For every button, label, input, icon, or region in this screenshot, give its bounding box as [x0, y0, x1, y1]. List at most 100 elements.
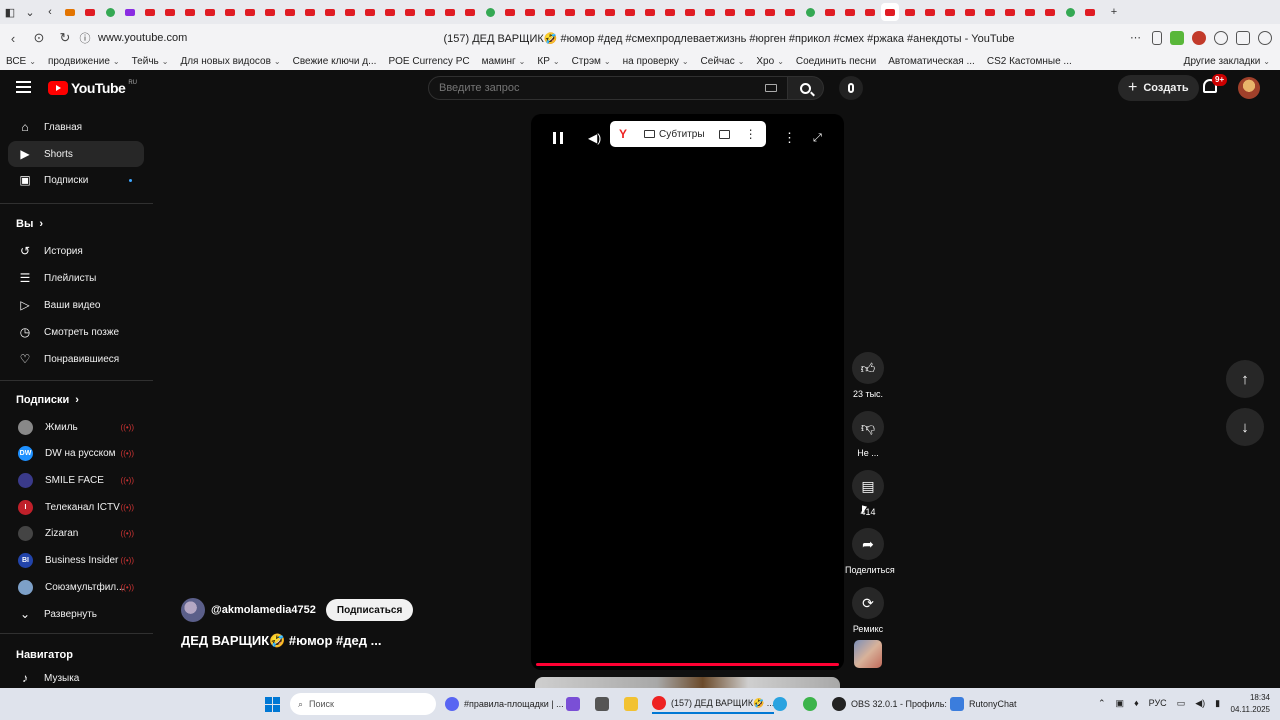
tab[interactable]	[961, 3, 979, 21]
tab[interactable]	[1081, 3, 1099, 21]
account-avatar[interactable]	[1238, 77, 1260, 99]
sidebar-item[interactable]: Zizaran ((•))	[8, 521, 144, 547]
info-icon[interactable]: ⓘ	[78, 30, 92, 46]
taskbar-app-telegram[interactable]	[773, 694, 787, 714]
bookmark-item[interactable]: Свежие ключи д...	[287, 56, 383, 67]
menu-icon[interactable]	[16, 81, 31, 93]
tab[interactable]	[981, 3, 999, 21]
bookmark-item[interactable]: на проверку ⌄	[617, 56, 695, 67]
sidebar-item[interactable]: ◷ Смотреть позже	[8, 319, 144, 345]
tray-battery-icon[interactable]: ▮	[1215, 698, 1220, 709]
taskbar-app-pen[interactable]	[566, 694, 580, 714]
start-icon[interactable]	[265, 697, 280, 712]
sidebar-item[interactable]: ▶ Shorts	[8, 141, 144, 167]
next-short-preview[interactable]	[535, 677, 840, 688]
tab[interactable]	[621, 3, 639, 21]
sidebar-section-title[interactable]: Навигатор	[16, 649, 73, 661]
sidebar-item[interactable]: BI Business Insider ((•))	[8, 548, 144, 574]
tray-network-icon[interactable]: ▣	[1116, 698, 1125, 709]
tabs-menu-icon[interactable]: ⌄	[20, 3, 40, 21]
taskbar-app-green[interactable]	[803, 694, 817, 714]
tab[interactable]	[1041, 3, 1059, 21]
tab[interactable]	[81, 3, 99, 21]
tab[interactable]	[161, 3, 179, 21]
volume-icon[interactable]: ◀)	[588, 131, 601, 145]
tab[interactable]	[721, 3, 739, 21]
sidebar-item[interactable]: ▣ Подписки	[8, 167, 144, 193]
tab[interactable]	[821, 3, 839, 21]
extension-icon[interactable]	[1192, 31, 1206, 45]
channel-name[interactable]: @akmolamedia4752	[211, 604, 316, 616]
tab[interactable]	[101, 3, 119, 21]
tab[interactable]	[681, 3, 699, 21]
bookmark-icon[interactable]	[1152, 31, 1162, 45]
tab[interactable]	[841, 3, 859, 21]
tab[interactable]	[781, 3, 799, 21]
media-icon[interactable]	[1214, 31, 1228, 45]
tab[interactable]	[501, 3, 519, 21]
language-indicator[interactable]: РУС	[1149, 698, 1167, 709]
bookmark-item[interactable]: Стрэм ⌄	[566, 56, 617, 67]
bookmark-item[interactable]: Хро ⌄	[750, 56, 790, 67]
fullscreen-icon[interactable]: ⤢	[813, 132, 822, 145]
tab[interactable]	[401, 3, 419, 21]
back-icon[interactable]: ‹	[0, 31, 26, 46]
tab-back-icon[interactable]: ‹	[40, 3, 60, 21]
tab[interactable]	[441, 3, 459, 21]
bookmark-item[interactable]: продвижение ⌄	[42, 56, 126, 67]
bookmark-item[interactable]: Тейчь ⌄	[126, 56, 175, 67]
channel-avatar[interactable]	[181, 598, 205, 622]
tab[interactable]	[241, 3, 259, 21]
clock[interactable]: 18:34 04.11.2025	[1231, 692, 1270, 716]
progress-bar[interactable]	[536, 663, 839, 666]
tab[interactable]	[361, 3, 379, 21]
pause-icon[interactable]	[553, 132, 563, 144]
tab[interactable]	[1061, 3, 1079, 21]
url-field[interactable]: www.youtube.com	[98, 32, 328, 44]
tab[interactable]	[581, 3, 599, 21]
sidebar-item[interactable]: ♡ Понравившиеся	[8, 346, 144, 372]
tab[interactable]	[701, 3, 719, 21]
taskbar-app-game[interactable]	[595, 694, 609, 714]
tab[interactable]	[341, 3, 359, 21]
dislike-button[interactable]: 👎︎	[852, 411, 884, 443]
subtitles-button[interactable]: Субтитры	[659, 129, 705, 140]
tab[interactable]	[321, 3, 339, 21]
subscribe-button[interactable]: Подписаться	[325, 599, 414, 621]
tab[interactable]	[461, 3, 479, 21]
tab[interactable]	[481, 3, 499, 21]
tab[interactable]	[541, 3, 559, 21]
tab[interactable]	[261, 3, 279, 21]
tab[interactable]	[601, 3, 619, 21]
sidebar-item[interactable]: Союзмультфил... ((•))	[8, 574, 144, 600]
tab[interactable]	[801, 3, 819, 21]
tab[interactable]	[1001, 3, 1019, 21]
sidebar-item[interactable]: I Телеканал ICTV ((•))	[8, 494, 144, 520]
bookmark-item[interactable]: маминг ⌄	[476, 56, 532, 67]
tab[interactable]	[861, 3, 879, 21]
tab[interactable]	[141, 3, 159, 21]
sidebar-item[interactable]: ⌂ Главная	[8, 114, 144, 140]
tab[interactable]	[941, 3, 959, 21]
youtube-logo[interactable]: YouTube RU	[48, 80, 137, 96]
taskbar-app-rutony[interactable]: RutonyChat	[950, 694, 1017, 714]
voice-search-button[interactable]	[839, 76, 863, 100]
more-icon[interactable]: ⋯	[1130, 31, 1144, 45]
video-title[interactable]: ДЕД ВАРЩИК🤣 #юмор #дед ...	[181, 633, 381, 649]
keyboard-icon[interactable]	[765, 84, 777, 92]
tab[interactable]	[281, 3, 299, 21]
tab[interactable]	[661, 3, 679, 21]
sidebar-item[interactable]: DW DW на русском ((•))	[8, 441, 144, 467]
tab[interactable]	[521, 3, 539, 21]
taskbar-app-browser[interactable]: (157) ДЕД ВАРЩИК🤣 ...	[652, 694, 775, 714]
protect-icon[interactable]: ⊙	[26, 30, 52, 46]
tab[interactable]	[1021, 3, 1039, 21]
sidebar-section-title[interactable]: Подписки ›	[16, 394, 79, 406]
bookmark-item[interactable]: Для новых видосов ⌄	[174, 56, 286, 67]
comments-button[interactable]: ▤	[852, 470, 884, 502]
tray-volume-icon[interactable]: ◀)	[1195, 698, 1205, 709]
sidebar-toggle-icon[interactable]: ◧	[0, 3, 20, 21]
sidebar-item[interactable]: ↺ История	[8, 238, 144, 264]
tab[interactable]	[181, 3, 199, 21]
sidebar-item[interactable]: Жмиль ((•))	[8, 414, 144, 440]
